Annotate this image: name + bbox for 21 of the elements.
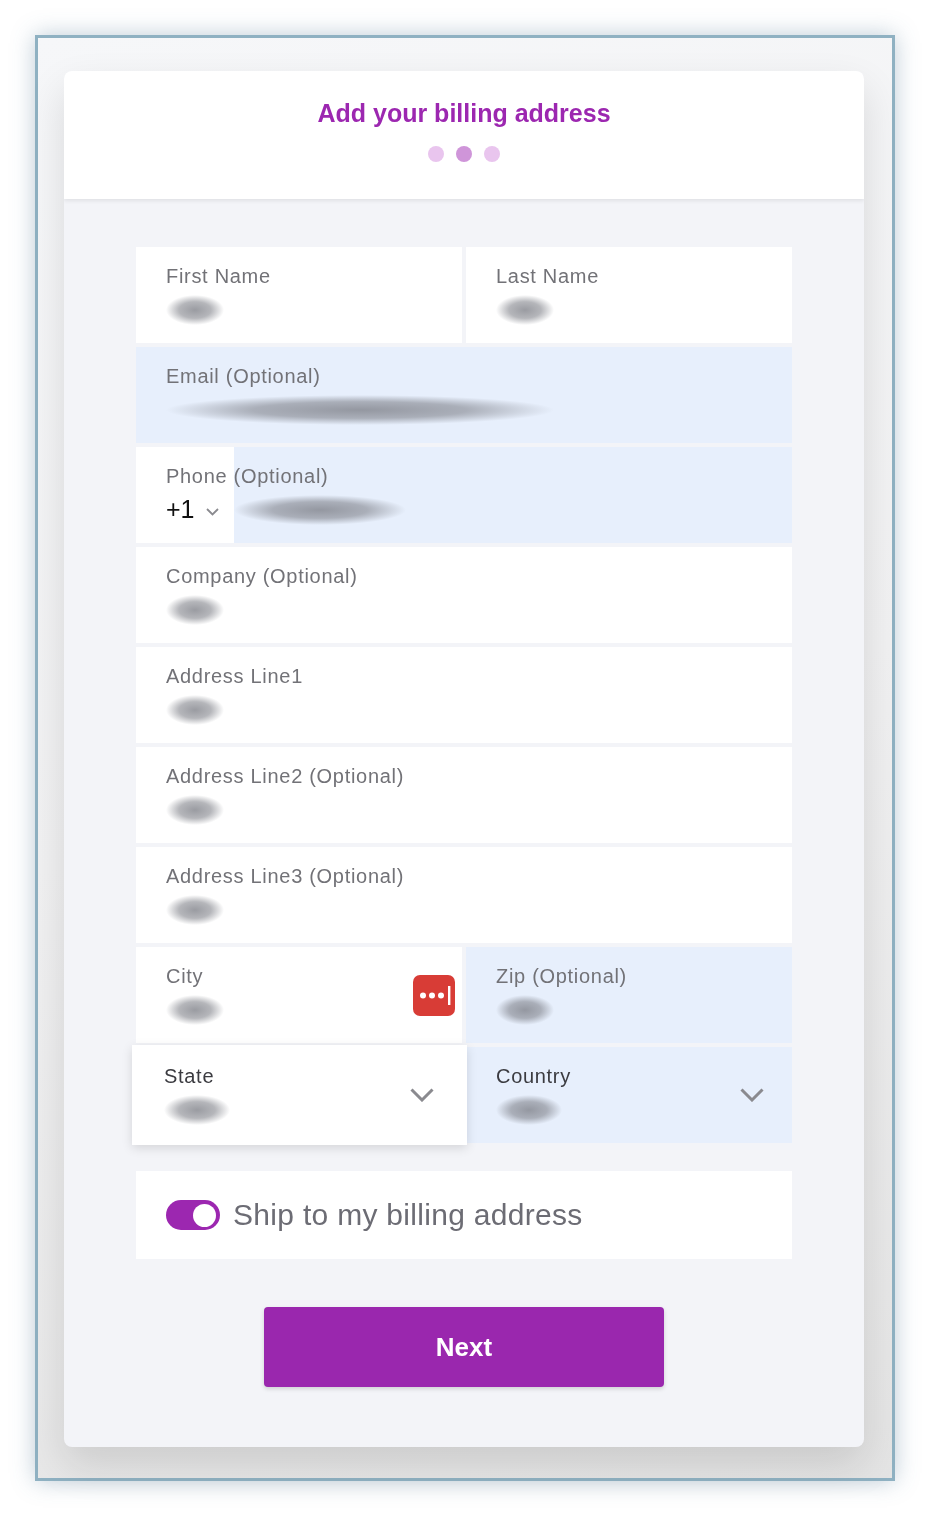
password-dots-icon[interactable]: [413, 974, 455, 1016]
phone-field[interactable]: Phone (Optional) +1: [136, 447, 792, 543]
text-field[interactable]: Last Name: [466, 247, 792, 343]
chevron-down-icon: [410, 1088, 434, 1102]
email-field[interactable]: Email (Optional): [136, 347, 792, 443]
text-field[interactable]: City: [136, 947, 462, 1043]
text-field[interactable]: Zip (Optional): [466, 947, 792, 1043]
text-field[interactable]: First Name: [136, 247, 462, 343]
form-title: Add your billing address: [317, 98, 611, 128]
select-field[interactable]: State: [132, 1045, 467, 1145]
chevron-down-icon: [205, 508, 219, 516]
text-field[interactable]: Address Line1: [136, 647, 792, 743]
text-field[interactable]: Address Line2 (Optional): [136, 747, 792, 843]
next-button[interactable]: Next: [264, 1307, 664, 1387]
select-field[interactable]: Country: [466, 1047, 792, 1143]
chevron-down-icon: [740, 1088, 764, 1102]
country-code-select[interactable]: +1: [166, 494, 234, 524]
toggle-switch[interactable]: [166, 1200, 220, 1230]
text-field[interactable]: Company (Optional): [136, 547, 792, 643]
text-field[interactable]: Address Line3 (Optional): [136, 847, 792, 943]
toggle-label: Ship to my billing address: [233, 1197, 583, 1233]
